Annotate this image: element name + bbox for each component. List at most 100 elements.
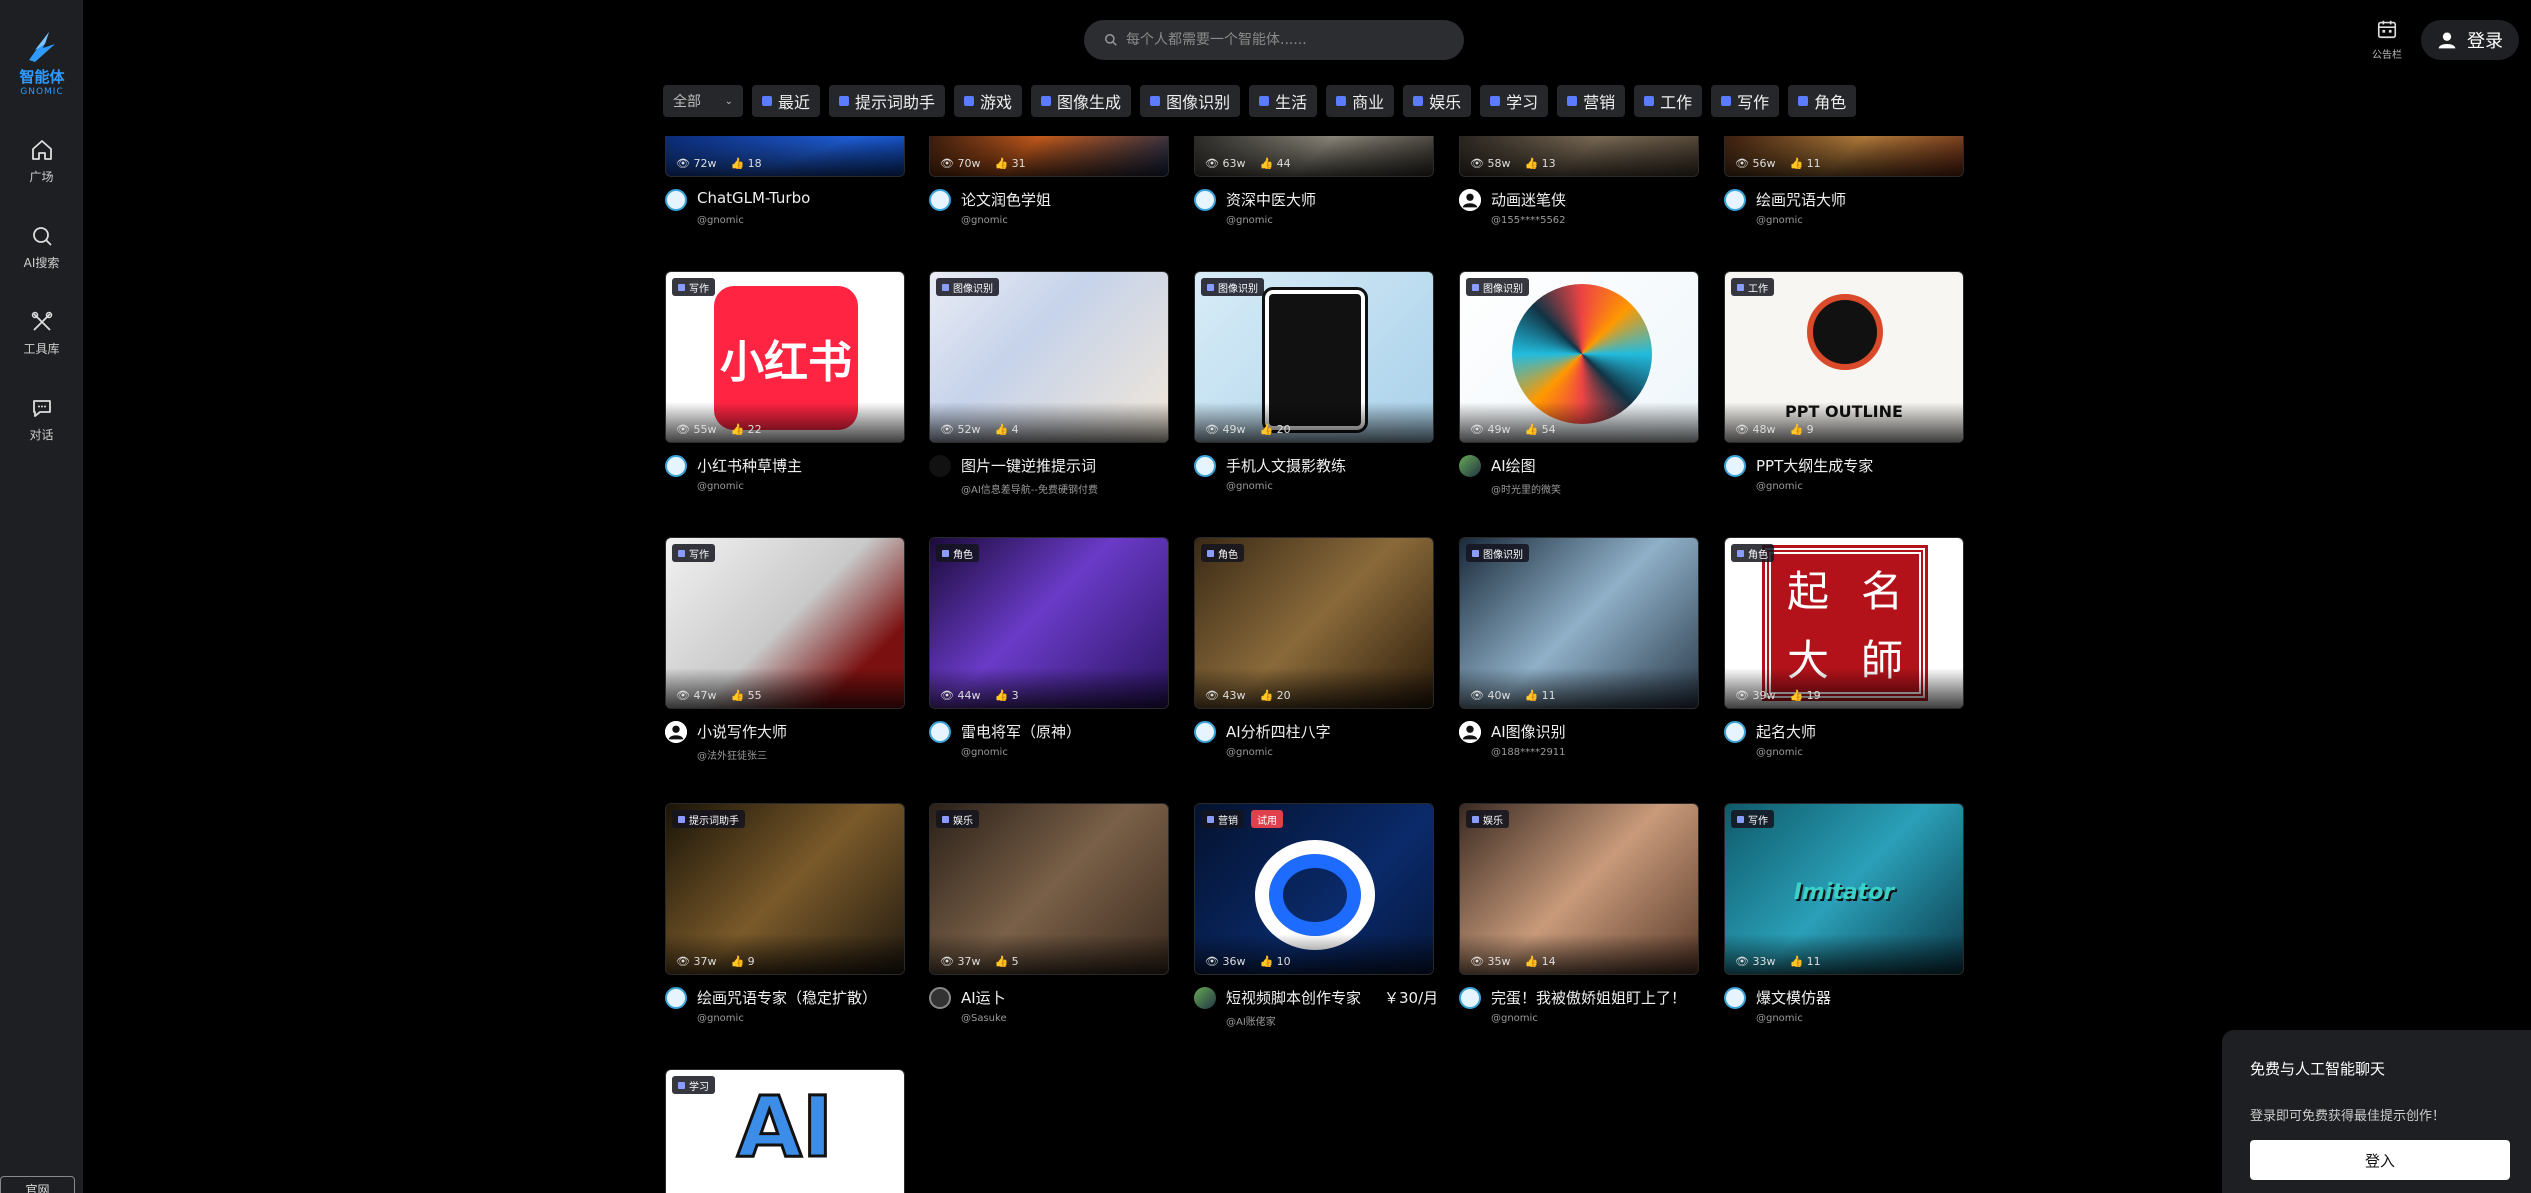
category-prompt-assistant[interactable]: 提示词助手 <box>829 85 946 117</box>
agent-thumbnail[interactable]: 👁 44w 👍 3 角色 <box>929 537 1169 709</box>
popup-login-button[interactable]: 登入 <box>2250 1140 2510 1180</box>
category-work[interactable]: 工作 <box>1634 85 1703 117</box>
logo-text: 智能体 <box>19 68 65 86</box>
avatar <box>1194 189 1216 211</box>
agent-stats: 👁 40w 👍 11 <box>1470 689 1556 702</box>
view-count-value: 56w <box>1752 157 1776 170</box>
tools-icon <box>31 311 52 331</box>
agent-stats: 👁 49w 👍 54 <box>1470 423 1556 436</box>
like-count: 👍 20 <box>1259 689 1290 702</box>
agent-thumbnail[interactable]: 👁 37w 👍 9 提示词助手 <box>665 803 905 975</box>
sidebar-item-tools[interactable]: 工具库 <box>0 310 83 357</box>
agent-name: 起名大师 <box>1756 723 1817 741</box>
agent-name: ChatGLM-Turbo <box>697 189 811 207</box>
like-count: 👍 13 <box>1524 157 1555 170</box>
agent-thumbnail[interactable]: 👁 58w 👍 13 <box>1459 136 1699 177</box>
category-marketing[interactable]: 营销 <box>1557 85 1626 117</box>
agent-thumbnail[interactable]: 👁 40w 👍 11 图像识别 <box>1459 537 1699 709</box>
like-count: 👍 11 <box>1524 689 1555 702</box>
avatar <box>1724 987 1746 1009</box>
view-count: 👁 49w <box>1470 423 1510 436</box>
agent-stats: 👁 63w 👍 44 <box>1205 157 1291 170</box>
agent-author: @gnomic <box>961 215 1008 226</box>
eye-icon: 👁 <box>940 955 954 968</box>
thumbs-up-icon: 👍 <box>730 157 745 170</box>
view-count-value: 35w <box>1487 955 1511 968</box>
app-root: 智能体 GNOMIC 广场 AI搜索 工具库 对话 官网 公告栏 登录 <box>0 0 2531 1193</box>
category-entertainment[interactable]: 娱乐 <box>1403 85 1472 117</box>
agent-thumbnail[interactable]: 👁 63w 👍 44 <box>1194 136 1434 177</box>
agent-thumbnail[interactable]: 👁 35w 👍 14 娱乐 <box>1459 803 1699 975</box>
category-badge: 娱乐 <box>936 810 979 828</box>
category-badge-label: 图像识别 <box>1218 283 1258 295</box>
like-count: 👍 22 <box>730 423 761 436</box>
sidebar: 智能体 GNOMIC 广场 AI搜索 工具库 对话 官网 <box>0 0 83 1193</box>
tag-icon <box>1207 549 1214 557</box>
category-role[interactable]: 角色 <box>1788 85 1857 117</box>
agent-thumbnail[interactable]: 👁 49w 👍 54 图像识别 <box>1459 271 1699 443</box>
category-business[interactable]: 商业 <box>1326 85 1395 117</box>
agent-author: @gnomic <box>1756 481 1803 492</box>
avatar <box>929 721 951 743</box>
category-image-gen[interactable]: 图像生成 <box>1031 85 1132 117</box>
thumbnail-shade <box>1460 136 1698 176</box>
category-badge: 营销 <box>1201 810 1244 828</box>
agent-name: 绘画咒语专家（稳定扩散） <box>697 989 878 1007</box>
official-site-button[interactable]: 官网 <box>0 1176 75 1193</box>
agent-thumbnail[interactable]: 起名大師 👁 39w 👍 19 角色 <box>1724 537 1964 709</box>
agent-thumbnail[interactable]: 👁 70w 👍 31 <box>929 136 1169 177</box>
category-label: 角色 <box>1814 93 1847 112</box>
agent-thumbnail[interactable]: 小红书 👁 55w 👍 22 写作 <box>665 271 905 443</box>
category-writing[interactable]: 写作 <box>1711 85 1780 117</box>
notice-board-button[interactable]: 公告栏 <box>2365 18 2409 61</box>
search-bar[interactable] <box>1084 20 1464 60</box>
sidebar-item-chat[interactable]: 对话 <box>0 396 83 443</box>
agent-stats: 👁 49w 👍 20 <box>1205 423 1291 436</box>
category-all-select[interactable]: 全部 ⌄ <box>663 85 743 117</box>
view-count: 👁 55w <box>676 423 716 436</box>
category-game[interactable]: 游戏 <box>954 85 1023 117</box>
category-study[interactable]: 学习 <box>1480 85 1549 117</box>
view-count-value: 48w <box>1752 423 1776 436</box>
avatar <box>1459 721 1481 743</box>
eye-icon: 👁 <box>676 157 690 170</box>
agent-thumbnail[interactable]: 👁 36w 👍 10 营销 试用 <box>1194 803 1434 975</box>
category-badge-label: 工作 <box>1748 283 1768 295</box>
agent-author: @gnomic <box>1756 747 1803 758</box>
agent-author: @AI信息差导航--免费硬钢付费 <box>961 485 1099 496</box>
agent-thumbnail[interactable]: AI 学习 <box>665 1069 905 1193</box>
thumbnail-shade <box>930 668 1168 708</box>
agent-name: PPT大纲生成专家 <box>1756 457 1874 475</box>
view-count-value: 58w <box>1487 157 1511 170</box>
agent-thumbnail[interactable]: PPT OUTLINE👁 48w👍 9工作 <box>1724 271 1964 443</box>
agent-thumbnail[interactable]: Imitator 👁 33w 👍 11 写作 <box>1724 803 1964 975</box>
agent-thumbnail[interactable]: 👁 37w 👍 5 娱乐 <box>929 803 1169 975</box>
category-life[interactable]: 生活 <box>1249 85 1318 117</box>
eye-icon: 👁 <box>1205 689 1219 702</box>
agent-thumbnail[interactable]: 👁 52w 👍 4 图像识别 <box>929 271 1169 443</box>
category-image-recog[interactable]: 图像识别 <box>1140 85 1241 117</box>
thumbnail-shade <box>930 934 1168 974</box>
login-button[interactable]: 登录 <box>2421 20 2519 60</box>
tag-icon <box>678 1081 685 1089</box>
view-count: 👁 43w <box>1205 689 1245 702</box>
sidebar-item-plaza[interactable]: 广场 <box>0 138 83 185</box>
logo[interactable]: 智能体 GNOMIC <box>12 30 72 100</box>
agent-thumbnail[interactable]: 👁 56w 👍 11 <box>1724 136 1964 177</box>
agent-stats: 👁 35w 👍 14 <box>1470 955 1556 968</box>
agent-thumbnail[interactable]: 👁 47w 👍 55 写作 <box>665 537 905 709</box>
eye-icon: 👁 <box>1470 157 1484 170</box>
category-badge: 写作 <box>672 278 715 296</box>
category-recent[interactable]: 最近 <box>752 85 821 117</box>
category-label: 图像识别 <box>1166 93 1231 112</box>
agent-thumbnail[interactable]: 👁 43w 👍 20 角色 <box>1194 537 1434 709</box>
thumbs-up-icon: 👍 <box>1789 423 1804 436</box>
tag-icon <box>1150 96 1161 106</box>
like-count: 👍 11 <box>1789 157 1820 170</box>
search-input[interactable] <box>1126 32 1446 48</box>
like-count-value: 20 <box>1276 423 1291 436</box>
agent-thumbnail[interactable]: 👁 72w 👍 18 <box>665 136 905 177</box>
sidebar-item-ai-search[interactable]: AI搜索 <box>0 224 83 271</box>
agent-author: @gnomic <box>1756 215 1803 226</box>
agent-thumbnail[interactable]: 👁 49w 👍 20 图像识别 <box>1194 271 1434 443</box>
